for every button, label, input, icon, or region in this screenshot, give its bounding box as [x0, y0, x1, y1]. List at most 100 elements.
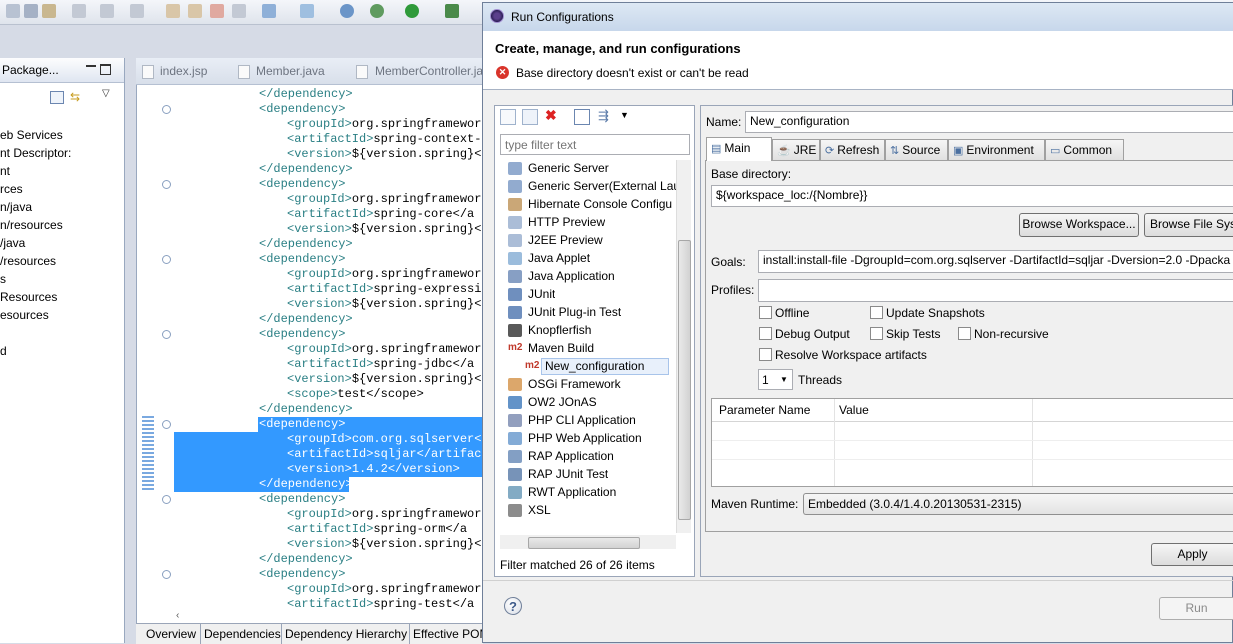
package-tree-item[interactable]: n/resources: [0, 218, 63, 232]
debug-icon[interactable]: [370, 4, 384, 18]
name-field[interactable]: New_configuration: [745, 111, 1233, 133]
code-line[interactable]: </dependency>: [259, 402, 483, 417]
collapse-all-icon[interactable]: [50, 91, 64, 104]
browse-file-system-button[interactable]: Browse File Syst: [1144, 213, 1233, 237]
base-directory-field[interactable]: ${workspace_loc:/{Nombre}}: [711, 185, 1233, 207]
profiles-field[interactable]: [758, 279, 1233, 302]
filter-input[interactable]: [500, 134, 690, 155]
tree-item[interactable]: J2EE Preview: [528, 233, 603, 247]
package-tree-item[interactable]: nt: [0, 164, 10, 178]
tree-item[interactable]: PHP CLI Application: [528, 413, 636, 427]
resolve-workspace-checkbox[interactable]: [759, 348, 772, 361]
code-line[interactable]: <artifactId>sqljar</artifact: [287, 447, 483, 462]
maximize-icon[interactable]: [100, 64, 111, 75]
code-line[interactable]: <dependency>: [259, 252, 483, 267]
config-tab[interactable]: ▭ Common: [1045, 139, 1124, 160]
parameters-table[interactable]: Parameter Name Value: [711, 398, 1233, 487]
code-line[interactable]: <groupId>org.springframework: [287, 342, 483, 357]
tree-item[interactable]: Java Applet: [528, 251, 590, 265]
package-tree-item[interactable]: nt Descriptor:: [0, 146, 71, 160]
fold-toggle-icon[interactable]: [162, 495, 171, 504]
tree-item[interactable]: Generic Server(External Laun: [528, 179, 676, 193]
code-line[interactable]: <artifactId>spring-jdbc</a: [287, 357, 483, 372]
new-wizard-icon[interactable]: [300, 4, 314, 18]
tab-index-jsp[interactable]: index.jsp: [160, 64, 207, 78]
filter-icon[interactable]: ⇶: [598, 108, 609, 124]
tree-item[interactable]: RWT Application: [528, 485, 616, 499]
package-tree-item[interactable]: n/java: [0, 200, 32, 214]
fold-toggle-icon[interactable]: [162, 330, 171, 339]
code-line[interactable]: </dependency>: [259, 477, 483, 492]
tree-item[interactable]: OSGi Framework: [528, 377, 621, 391]
new-server-icon[interactable]: [262, 4, 276, 18]
tree-item[interactable]: RAP JUnit Test: [528, 467, 608, 481]
external-tools-icon[interactable]: [445, 4, 459, 18]
code-line[interactable]: <dependency>: [259, 417, 483, 432]
package-tree-item[interactable]: /java: [0, 236, 25, 250]
value-header[interactable]: Value: [839, 403, 869, 417]
code-line[interactable]: <version>1.4.2</version>: [287, 462, 483, 477]
fold-toggle-icon[interactable]: [162, 570, 171, 579]
toolbar-icon-3[interactable]: [42, 4, 56, 18]
tree-item[interactable]: Hibernate Console Configu: [528, 197, 672, 211]
link-editor-icon[interactable]: ⇆: [70, 90, 84, 104]
code-line[interactable]: <version>${version.spring}</: [287, 372, 483, 387]
resume-icon[interactable]: [166, 4, 180, 18]
scroll-left-icon[interactable]: ‹: [176, 610, 179, 621]
redo-icon[interactable]: [100, 4, 114, 18]
config-tab[interactable]: ⇅ Source: [885, 139, 948, 160]
tree-item[interactable]: Maven Build: [528, 341, 594, 355]
undo-icon[interactable]: [72, 4, 86, 18]
code-line[interactable]: <artifactId>spring-core</a: [287, 207, 483, 222]
tab-member-java[interactable]: Member.java: [256, 64, 325, 78]
tree-hscroll-thumb[interactable]: [528, 537, 640, 549]
code-line[interactable]: <groupId>org.springframework: [287, 267, 483, 282]
pom-tab[interactable]: Dependencies: [204, 627, 281, 641]
config-tab[interactable]: ☕ JRE: [772, 139, 820, 160]
terminate-icon[interactable]: [210, 4, 224, 18]
tree-item[interactable]: JUnit: [528, 287, 555, 301]
fold-toggle-icon[interactable]: [162, 420, 171, 429]
code-line[interactable]: <artifactId>spring-test</a: [287, 597, 483, 612]
tree-item[interactable]: Generic Server: [528, 161, 609, 175]
fold-toggle-icon[interactable]: [162, 105, 171, 114]
goals-field[interactable]: install:install-file -DgroupId=com.org.s…: [758, 250, 1233, 273]
threads-select[interactable]: 1 ▼: [758, 369, 793, 390]
disconnect-icon[interactable]: [232, 4, 246, 18]
help-icon[interactable]: ?: [504, 597, 522, 615]
fold-toggle-icon[interactable]: [162, 255, 171, 264]
globe-icon[interactable]: [340, 4, 354, 18]
package-tree-item[interactable]: Resources: [0, 290, 57, 304]
code-line[interactable]: <groupId>org.springframework: [287, 117, 483, 132]
filter-menu-icon[interactable]: ▼: [620, 110, 629, 120]
pom-tab[interactable]: Dependency Hierarchy: [285, 627, 407, 641]
delete-icon[interactable]: ✖: [545, 107, 557, 124]
code-line[interactable]: </dependency>: [259, 87, 483, 102]
config-tab[interactable]: ▣ Environment: [948, 139, 1045, 160]
code-line[interactable]: <dependency>: [259, 102, 483, 117]
pom-tab[interactable]: Overview: [146, 627, 196, 641]
code-line[interactable]: <groupId>org.springframework: [287, 582, 483, 597]
pom-tab[interactable]: Effective POM: [413, 627, 483, 641]
tree-item[interactable]: RAP Application: [528, 449, 614, 463]
browse-workspace-button[interactable]: Browse Workspace...: [1019, 213, 1139, 237]
suspend-icon[interactable]: [188, 4, 202, 18]
code-line[interactable]: <dependency>: [259, 327, 483, 342]
code-line[interactable]: <groupId>org.springframework: [287, 192, 483, 207]
toolbar-icon-6[interactable]: [130, 4, 144, 18]
code-line[interactable]: </dependency>: [259, 162, 483, 177]
tree-item[interactable]: Java Application: [528, 269, 615, 283]
new-config-icon[interactable]: [500, 109, 516, 125]
apply-button[interactable]: Apply: [1151, 543, 1233, 566]
run-icon[interactable]: [405, 4, 419, 18]
debug-output-checkbox[interactable]: [759, 327, 772, 340]
tree-scroll-thumb[interactable]: [678, 240, 691, 520]
package-tree-item[interactable]: rces: [0, 182, 23, 196]
toolbar-icon-2[interactable]: [24, 4, 38, 18]
code-line[interactable]: <version>${version.spring}</: [287, 297, 483, 312]
code-line[interactable]: </dependency>: [259, 237, 483, 252]
code-line[interactable]: <version>${version.spring}</: [287, 147, 483, 162]
config-tab[interactable]: ⟳ Refresh: [820, 139, 885, 160]
package-tree-item[interactable]: /resources: [0, 254, 56, 268]
minimize-icon[interactable]: [86, 65, 96, 67]
